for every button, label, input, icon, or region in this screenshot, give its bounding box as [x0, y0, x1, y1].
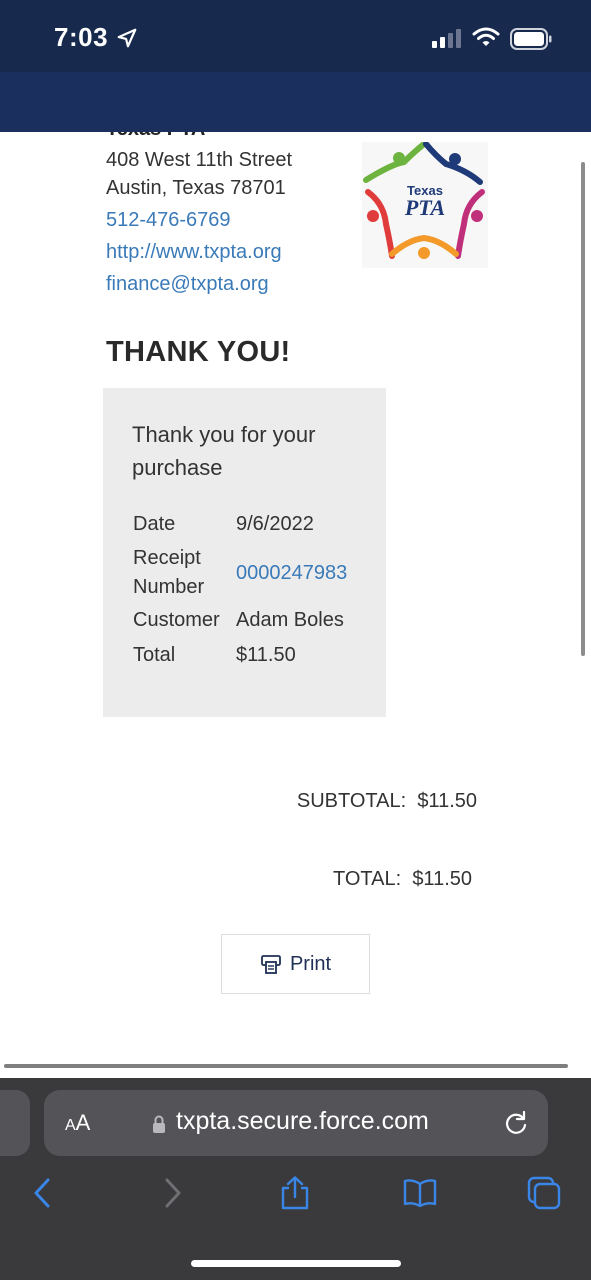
- subtotal-line: SUBTOTAL: $11.50: [297, 790, 477, 813]
- org-name: Texas PTA: [106, 132, 205, 141]
- back-icon[interactable]: [26, 1176, 60, 1210]
- aa-big: A: [75, 1110, 91, 1135]
- texas-pta-logo: Texas PTA: [362, 142, 488, 268]
- printer-icon: [261, 955, 281, 974]
- customer-label: Customer: [133, 609, 220, 631]
- website-link[interactable]: http://www.txpta.org: [106, 237, 282, 267]
- print-label: Print: [289, 952, 332, 975]
- wifi-icon: [472, 27, 500, 46]
- receipt-heading: Thank you for your purchase: [132, 422, 316, 480]
- date-label: Date: [133, 513, 176, 535]
- address-bar[interactable]: AA txpta.secure.force.com: [44, 1090, 548, 1156]
- print-button[interactable]: Print: [221, 934, 370, 994]
- address-line-2: Austin, Texas 78701: [106, 177, 286, 199]
- grand-total-line: TOTAL: $11.50: [333, 868, 472, 891]
- reload-icon[interactable]: [502, 1109, 530, 1137]
- receipt-number-label-line1: Receipt: [133, 547, 201, 569]
- phone-link[interactable]: 512-476-6769: [106, 205, 231, 235]
- grand-total-label: TOTAL:: [333, 868, 402, 890]
- logo-text-main: PTA: [404, 195, 445, 220]
- total-value: $11.50: [236, 644, 296, 666]
- location-arrow-icon: [117, 28, 137, 48]
- subtotal-value: $11.50: [417, 790, 477, 812]
- page-title: THANK YOU!: [106, 336, 291, 368]
- url-text: txpta.secure.force.com: [176, 1107, 429, 1135]
- forward-icon[interactable]: [155, 1176, 189, 1210]
- customer-value: Adam Boles: [236, 609, 344, 631]
- vertical-scrollbar[interactable]: [581, 162, 585, 656]
- browser-toolbar: AA txpta.secure.force.com: [0, 1078, 591, 1280]
- email-link[interactable]: finance@txpta.org: [106, 269, 269, 299]
- date-value: 9/6/2022: [236, 513, 314, 535]
- lock-icon: [153, 1115, 165, 1133]
- receipt-summary-box: Thank you for your purchase Date 9/6/202…: [103, 388, 386, 717]
- bookmarks-icon[interactable]: [403, 1176, 437, 1210]
- grand-total-value: $11.50: [412, 868, 472, 890]
- home-indicator[interactable]: [191, 1260, 401, 1267]
- status-time: 7:03: [54, 22, 109, 52]
- total-label: Total: [133, 644, 176, 666]
- address-line-1: 408 West 11th Street: [106, 149, 293, 171]
- signal-icon: [432, 29, 461, 48]
- receipt-number-link[interactable]: 0000247983: [236, 559, 347, 588]
- aa-small: A: [65, 1117, 76, 1134]
- receipt-number-label-line2: Number: [133, 576, 205, 598]
- subtotal-label: SUBTOTAL:: [296, 790, 407, 812]
- previous-tab-preview[interactable]: [0, 1090, 30, 1156]
- reader-options-button[interactable]: AA: [65, 1110, 90, 1136]
- receipt-page: Texas PTA 408 West 11th Street Austin, T…: [0, 132, 591, 1068]
- status-bar: 7:03: [0, 0, 591, 72]
- horizontal-scrollbar[interactable]: [4, 1064, 568, 1068]
- share-icon[interactable]: [278, 1176, 312, 1210]
- site-header-band: [0, 72, 591, 132]
- tabs-icon[interactable]: [527, 1176, 561, 1210]
- battery-icon: [510, 28, 552, 50]
